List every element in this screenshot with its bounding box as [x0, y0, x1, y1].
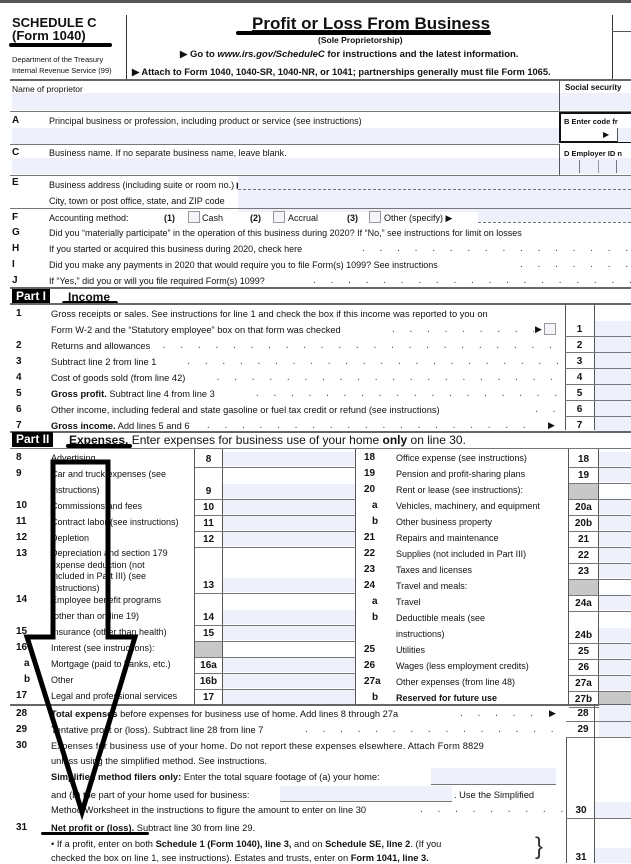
down-arrow-icon [23, 459, 139, 821]
arrow-annotation [23, 459, 139, 821]
